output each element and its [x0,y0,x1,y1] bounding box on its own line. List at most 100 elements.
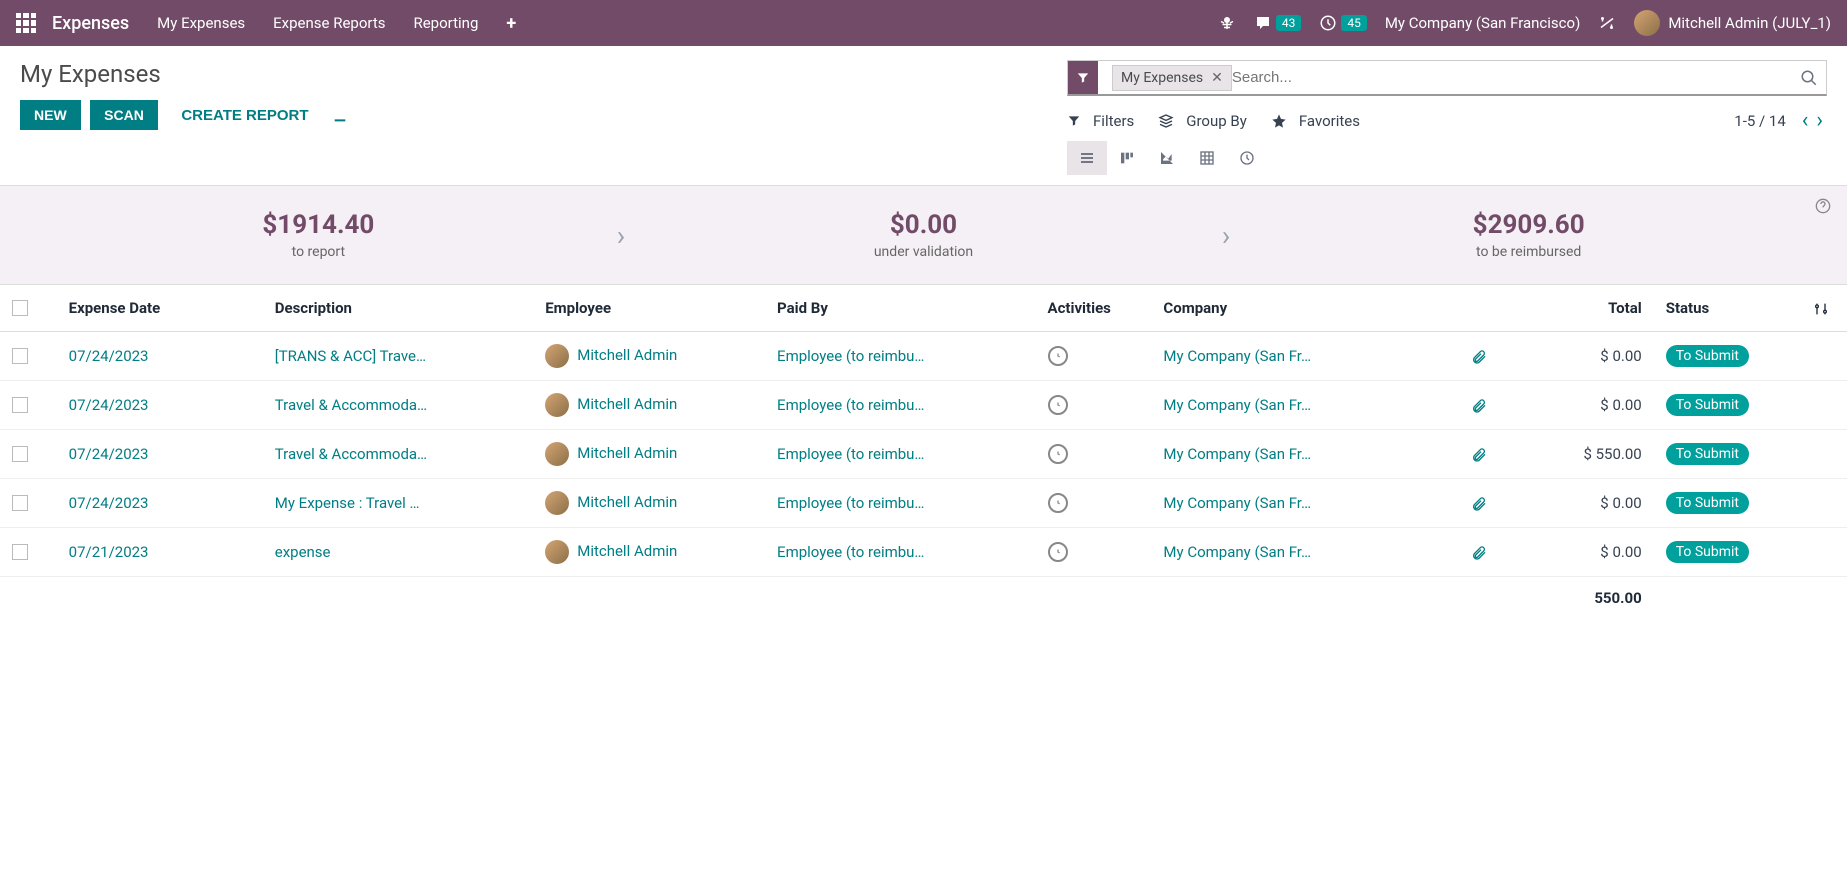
dashboard-to-reimburse[interactable]: $2909.60 to be reimbursed [1250,210,1807,260]
activities-badge: 45 [1341,15,1367,31]
row-checkbox[interactable] [12,495,28,511]
attachment-icon[interactable] [1471,396,1487,414]
search-box[interactable]: My Expenses ✕ [1067,60,1827,96]
apps-icon[interactable] [16,13,36,33]
messages-icon[interactable]: 43 [1254,14,1302,32]
clock-icon[interactable] [1048,493,1068,513]
dashboard-to-report[interactable]: $1914.40 to report [40,210,597,260]
row-checkbox[interactable] [12,446,28,462]
new-button[interactable]: NEW [20,100,81,130]
activities-icon[interactable]: 45 [1319,14,1367,32]
employee-avatar [545,442,569,466]
scan-button[interactable]: SCAN [90,100,158,130]
col-employee[interactable]: Employee [533,285,765,332]
search-facet: My Expenses ✕ [1112,65,1232,91]
create-report-button[interactable]: CREATE REPORT [181,107,308,124]
col-total[interactable]: Total [1499,285,1654,332]
clock-icon[interactable] [1048,542,1068,562]
attachment-icon[interactable] [1471,445,1487,463]
table-row[interactable]: 07/24/2023 Travel & Accommoda… Mitchell … [0,381,1847,430]
col-date[interactable]: Expense Date [57,285,263,332]
table-row[interactable]: 07/21/2023 expense Mitchell Admin Employ… [0,528,1847,577]
download-icon[interactable] [332,108,348,124]
nav-expense-reports[interactable]: Expense Reports [273,14,385,32]
view-activity-icon[interactable] [1227,141,1267,175]
groupby-button[interactable]: Group By [1158,112,1247,130]
cell-company: My Company (San Fr… [1151,381,1421,430]
debug-icon[interactable] [1218,14,1236,32]
pager-prev-icon[interactable]: ‹ [1798,108,1813,133]
col-paidby[interactable]: Paid By [765,285,1035,332]
cell-description: Travel & Accommoda… [263,430,533,479]
status-badge: To Submit [1666,541,1749,563]
employee-avatar [545,344,569,368]
search-filter-icon [1068,61,1098,94]
cell-total: $ 0.00 [1499,479,1654,528]
expenses-table: Expense Date Description Employee Paid B… [0,285,1847,619]
cell-activities[interactable] [1036,381,1152,430]
view-graph-icon[interactable] [1147,141,1187,175]
col-status[interactable]: Status [1654,285,1796,332]
nav-add-icon[interactable]: + [506,13,516,34]
cell-employee: Mitchell Admin [533,332,765,381]
table-row[interactable]: 07/24/2023 [TRANS & ACC] Trave… Mitchell… [0,332,1847,381]
cell-activities[interactable] [1036,430,1152,479]
footer-total: 550.00 [1499,577,1654,620]
cell-status: To Submit [1654,381,1796,430]
column-settings-icon[interactable] [1795,285,1847,332]
cell-employee: Mitchell Admin [533,430,765,479]
user-menu[interactable]: Mitchell Admin (JULY_1) [1634,10,1831,36]
top-nav: Expenses My Expenses Expense Reports Rep… [0,0,1847,46]
row-checkbox[interactable] [12,348,28,364]
row-checkbox[interactable] [12,544,28,560]
brand[interactable]: Expenses [52,13,129,34]
view-list-icon[interactable] [1067,141,1107,175]
table-row[interactable]: 07/24/2023 My Expense : Travel … Mitchel… [0,479,1847,528]
clock-icon[interactable] [1048,444,1068,464]
attachment-icon[interactable] [1471,347,1487,365]
col-company[interactable]: Company [1151,285,1421,332]
nav-my-expenses[interactable]: My Expenses [157,14,245,32]
remove-facet-icon[interactable]: ✕ [1211,70,1223,86]
view-pivot-icon[interactable] [1187,141,1227,175]
dashboard-under-validation[interactable]: $0.00 under validation [645,210,1202,260]
status-badge: To Submit [1666,443,1749,465]
cell-paidby: Employee (to reimbu… [765,479,1035,528]
cell-total: $ 550.00 [1499,430,1654,479]
help-icon[interactable] [1815,198,1831,214]
cell-status: To Submit [1654,332,1796,381]
cell-company: My Company (San Fr… [1151,332,1421,381]
table-row[interactable]: 07/24/2023 Travel & Accommoda… Mitchell … [0,430,1847,479]
row-checkbox[interactable] [12,397,28,413]
pager-text[interactable]: 1-5 / 14 [1734,112,1786,130]
attachment-icon[interactable] [1471,494,1487,512]
select-all-checkbox[interactable] [12,300,28,316]
clock-icon[interactable] [1048,395,1068,415]
cell-status: To Submit [1654,479,1796,528]
pager-next-icon[interactable]: › [1812,108,1827,133]
col-activities[interactable]: Activities [1036,285,1152,332]
cell-description: expense [263,528,533,577]
col-description[interactable]: Description [263,285,533,332]
cell-activities[interactable] [1036,528,1152,577]
company-switcher[interactable]: My Company (San Francisco) [1385,14,1580,32]
attachment-icon[interactable] [1471,543,1487,561]
status-badge: To Submit [1666,492,1749,514]
control-panel: My Expenses NEW SCAN CREATE REPORT My Ex… [0,46,1847,185]
settings-icon[interactable] [1598,14,1616,32]
cell-activities[interactable] [1036,332,1152,381]
search-input[interactable] [1232,69,1800,86]
cell-activities[interactable] [1036,479,1152,528]
search-icon[interactable] [1800,67,1818,88]
favorites-button[interactable]: Favorites [1271,112,1360,130]
nav-reporting[interactable]: Reporting [413,14,478,32]
dashboard-summary: $1914.40 to report › $0.00 under validat… [0,185,1847,285]
employee-avatar [545,491,569,515]
view-kanban-icon[interactable] [1107,141,1147,175]
cell-status: To Submit [1654,528,1796,577]
clock-icon[interactable] [1048,346,1068,366]
cell-date: 07/24/2023 [57,479,263,528]
filters-button[interactable]: Filters [1067,112,1134,130]
cell-date: 07/24/2023 [57,430,263,479]
cell-total: $ 0.00 [1499,528,1654,577]
